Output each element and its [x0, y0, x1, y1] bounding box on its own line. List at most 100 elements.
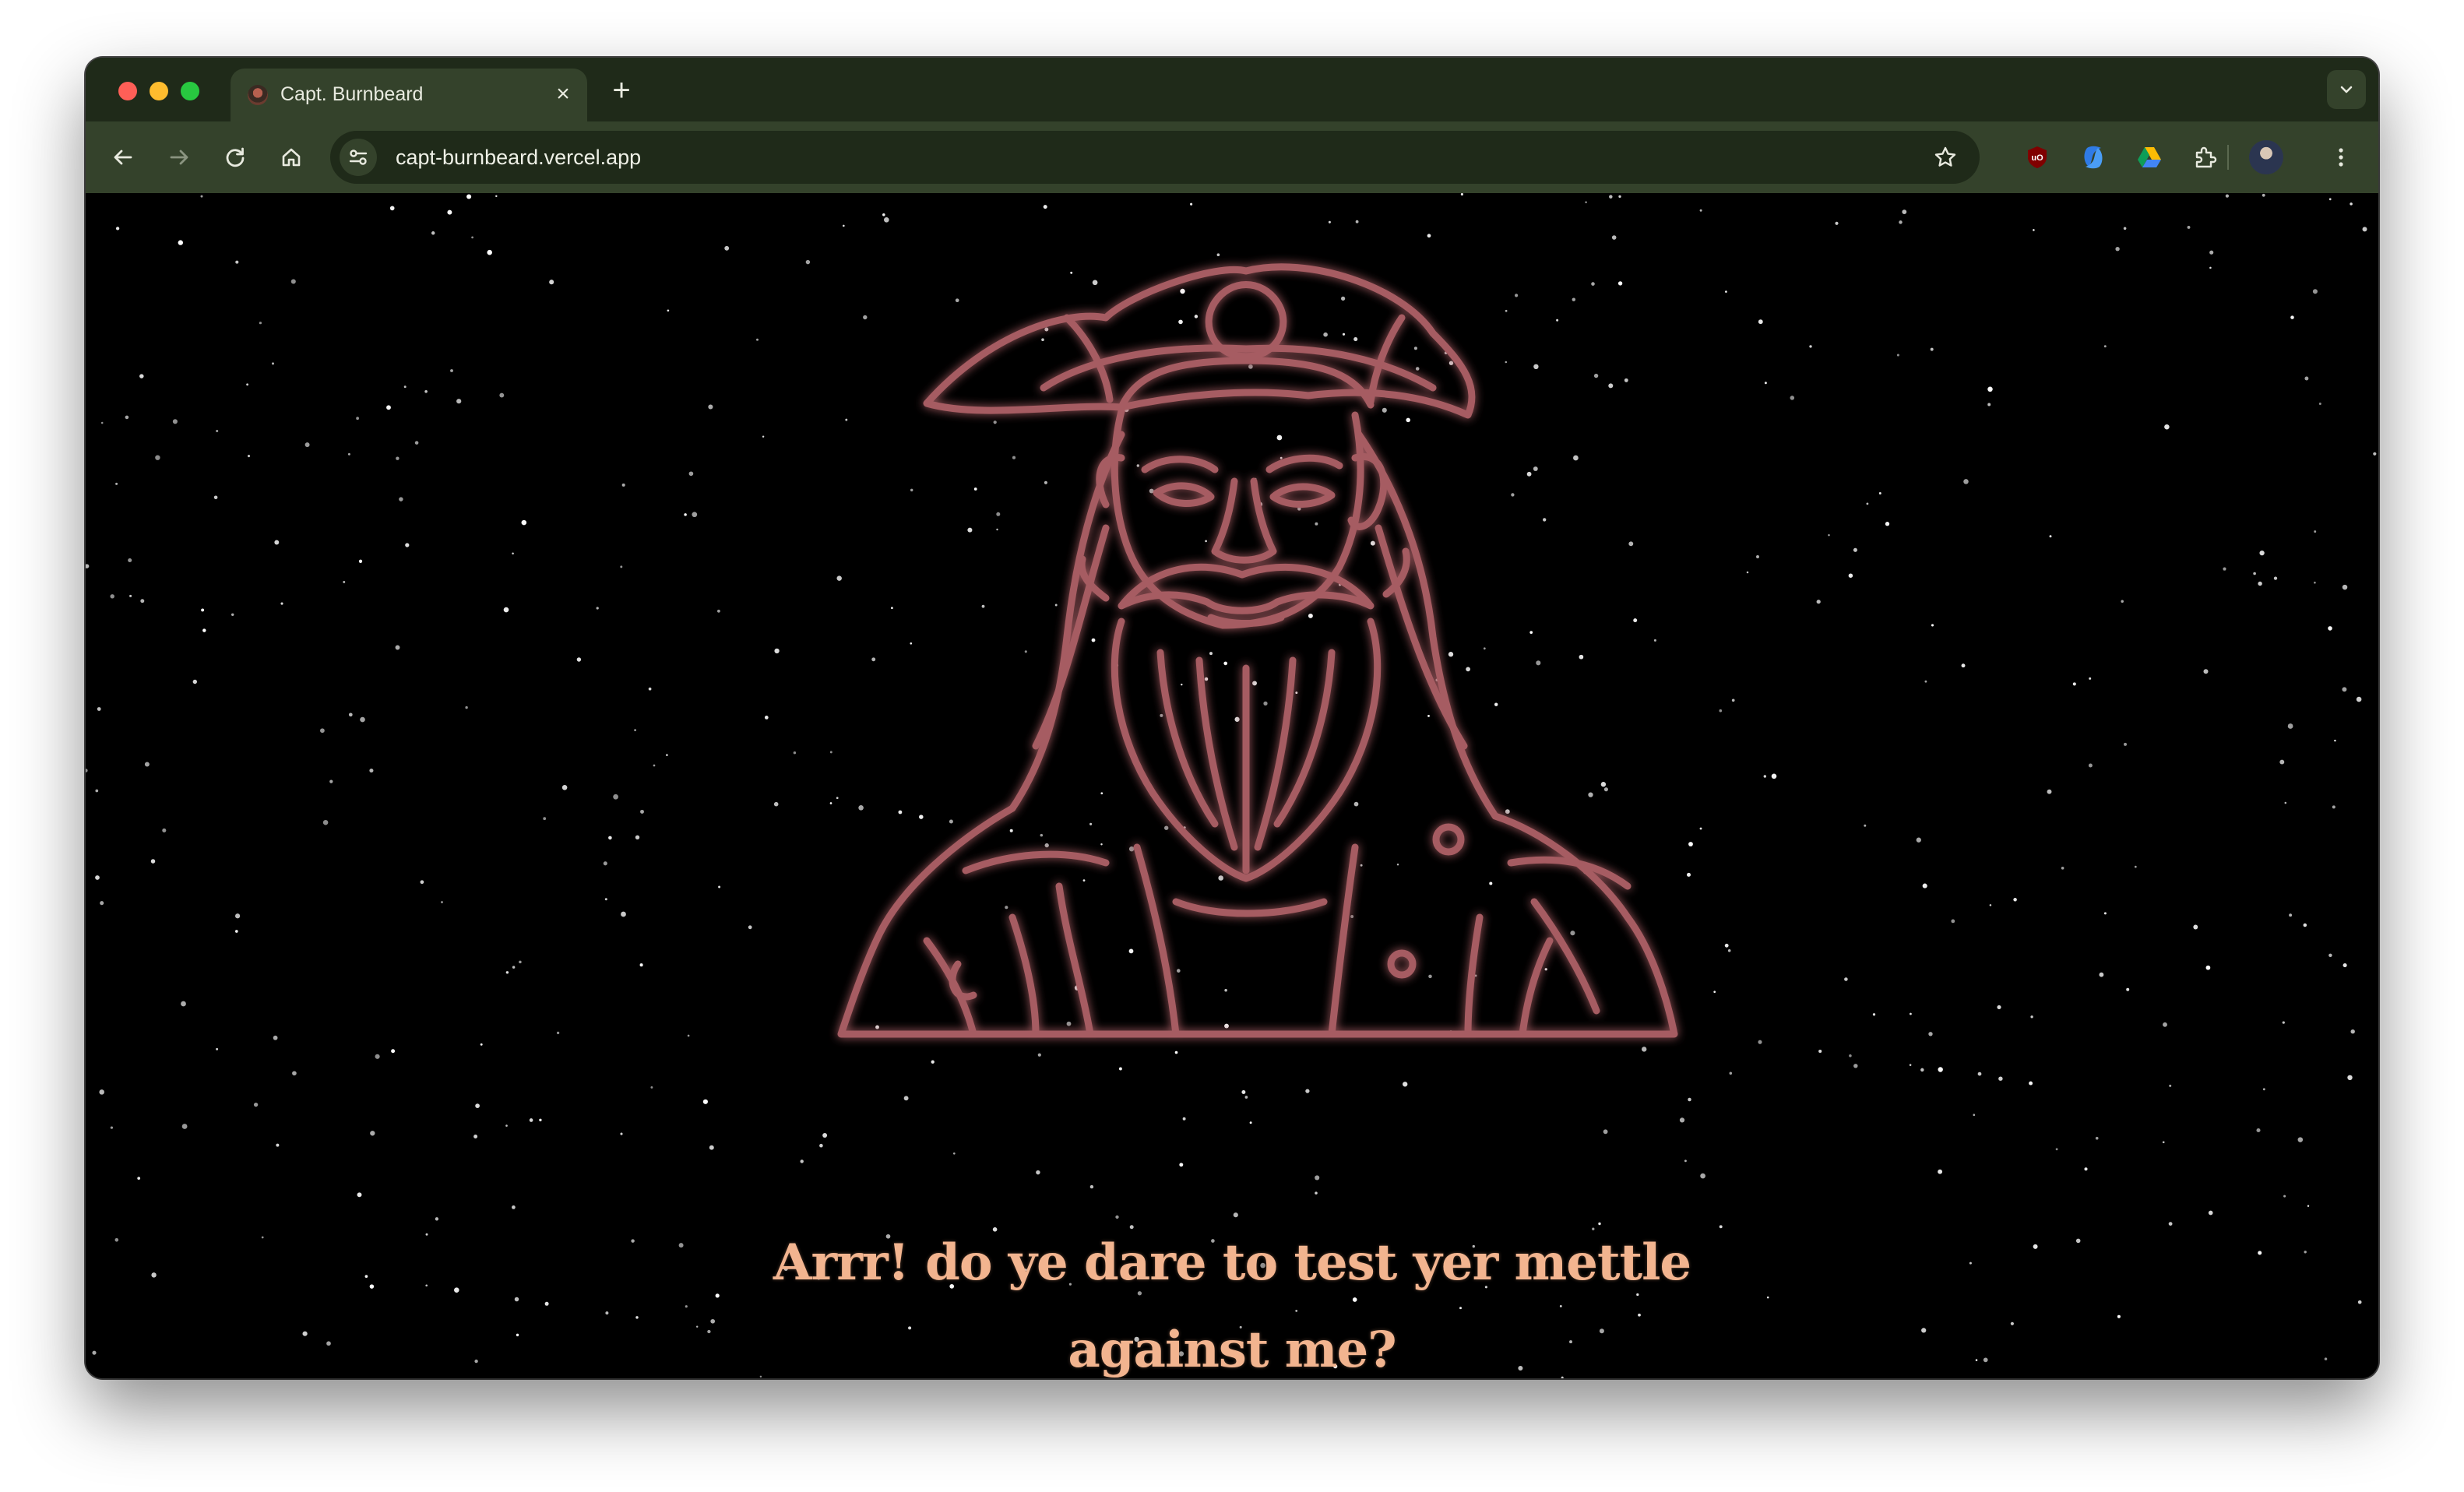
- star-dot: [608, 836, 612, 840]
- star-dot: [480, 1043, 483, 1046]
- forward-button[interactable]: [159, 137, 199, 178]
- star-dot: [1727, 949, 1731, 952]
- tab-capt-burnbeard[interactable]: Capt. Burnbeard ×: [231, 69, 587, 121]
- new-tab-button[interactable]: +: [604, 73, 639, 107]
- ublock-origin-button[interactable]: uO: [2017, 137, 2057, 178]
- star-dot: [290, 279, 296, 284]
- star-dot: [512, 552, 514, 554]
- star-dot: [2126, 987, 2130, 991]
- star-dot: [2169, 1084, 2172, 1087]
- star-dot: [2373, 452, 2377, 456]
- back-button[interactable]: [103, 137, 143, 178]
- star-dot: [1828, 533, 1830, 537]
- star-dot: [715, 1293, 720, 1298]
- star-dot: [273, 1035, 278, 1040]
- star-dot: [2134, 865, 2137, 868]
- kebab-menu-icon: [2339, 148, 2343, 167]
- star-dot: [2318, 403, 2321, 405]
- star-dot: [687, 1034, 690, 1037]
- star-dot: [181, 1124, 188, 1129]
- close-window-button[interactable]: [118, 82, 137, 100]
- star-dot: [1916, 837, 1921, 843]
- star-dot: [320, 728, 325, 734]
- profile-avatar[interactable]: [2249, 140, 2283, 174]
- address-bar[interactable]: capt-burnbeard.vercel.app: [330, 131, 1980, 184]
- home-button[interactable]: [271, 137, 312, 178]
- star-dot: [1725, 290, 1727, 293]
- star-dot: [2117, 1314, 2121, 1318]
- star-dot: [2279, 759, 2285, 765]
- star-dot: [1864, 824, 1867, 827]
- minimize-window-button[interactable]: [150, 82, 168, 100]
- extensions-button[interactable]: [2185, 137, 2226, 178]
- star-dot: [2307, 1205, 2310, 1207]
- star-dot: [395, 645, 400, 650]
- site-info-button[interactable]: [340, 139, 377, 176]
- star-dot: [405, 543, 410, 547]
- star-dot: [634, 729, 636, 731]
- star-dot: [425, 1233, 428, 1236]
- star-dot: [1609, 195, 1613, 199]
- star-dot: [200, 195, 203, 198]
- star-dot: [716, 609, 720, 613]
- tab-search-button[interactable]: [2327, 70, 2366, 109]
- star-dot: [2047, 789, 2052, 794]
- star-dot: [414, 441, 419, 445]
- home-icon: [282, 148, 301, 167]
- tune-icon: [349, 150, 368, 165]
- star-dot: [181, 1001, 186, 1007]
- star-dot: [2084, 1167, 2088, 1171]
- tagline-heading: Arrr! do ye dare to test yer mettle agai…: [773, 1233, 1691, 1378]
- star-dot: [280, 602, 283, 605]
- star-dot: [155, 455, 160, 460]
- star-dot: [1756, 555, 1759, 558]
- star-dot: [2203, 669, 2209, 674]
- tab-close-button[interactable]: ×: [550, 81, 576, 107]
- star-dot: [358, 559, 363, 563]
- copilot-button[interactable]: [2073, 137, 2114, 178]
- star-dot: [110, 594, 114, 599]
- star-dot: [2283, 1195, 2286, 1198]
- bookmark-button[interactable]: [1927, 139, 1964, 176]
- star-dot: [231, 613, 234, 617]
- menu-button[interactable]: [2321, 137, 2361, 178]
- star-dot: [1315, 1175, 1320, 1181]
- toolbar: capt-burnbeard.vercel.app uO: [86, 121, 2378, 193]
- star-dot: [274, 540, 280, 545]
- star-dot: [1987, 386, 1993, 392]
- star-dot: [2225, 194, 2230, 198]
- star-dot: [129, 594, 132, 597]
- star-dot: [99, 1089, 104, 1095]
- url-text[interactable]: capt-burnbeard.vercel.app: [396, 146, 641, 170]
- copilot-icon: [2084, 146, 2103, 169]
- reload-icon: [226, 147, 245, 167]
- star-dot: [2342, 687, 2347, 692]
- star-dot: [86, 769, 88, 772]
- star-dot: [2123, 227, 2127, 230]
- star-dot: [1909, 1064, 1912, 1066]
- star-dot: [2115, 247, 2120, 252]
- star-dot: [1961, 663, 1966, 668]
- star-dot: [304, 442, 310, 448]
- pirate-captain-illustration: [837, 263, 1678, 1038]
- star-dot: [424, 389, 428, 393]
- star-dot: [505, 971, 509, 974]
- maximize-window-button[interactable]: [181, 82, 199, 100]
- chevron-down-icon: [2340, 86, 2353, 93]
- star-dot: [685, 1305, 688, 1308]
- star-dot: [487, 249, 492, 255]
- reload-button[interactable]: [215, 137, 255, 178]
- star-dot: [150, 859, 156, 864]
- star-dot: [1684, 1159, 1687, 1163]
- google-drive-button[interactable]: [2129, 137, 2170, 178]
- star-dot: [1179, 1163, 1184, 1167]
- star-dot: [100, 901, 104, 906]
- star-dot: [1853, 1064, 1858, 1068]
- star-dot: [396, 456, 400, 460]
- star-dot: [621, 911, 626, 917]
- star-dot: [465, 706, 468, 709]
- star-dot: [2289, 913, 2293, 917]
- star-dot: [100, 421, 104, 424]
- star-dot: [2095, 1136, 2099, 1140]
- star-dot: [125, 415, 129, 420]
